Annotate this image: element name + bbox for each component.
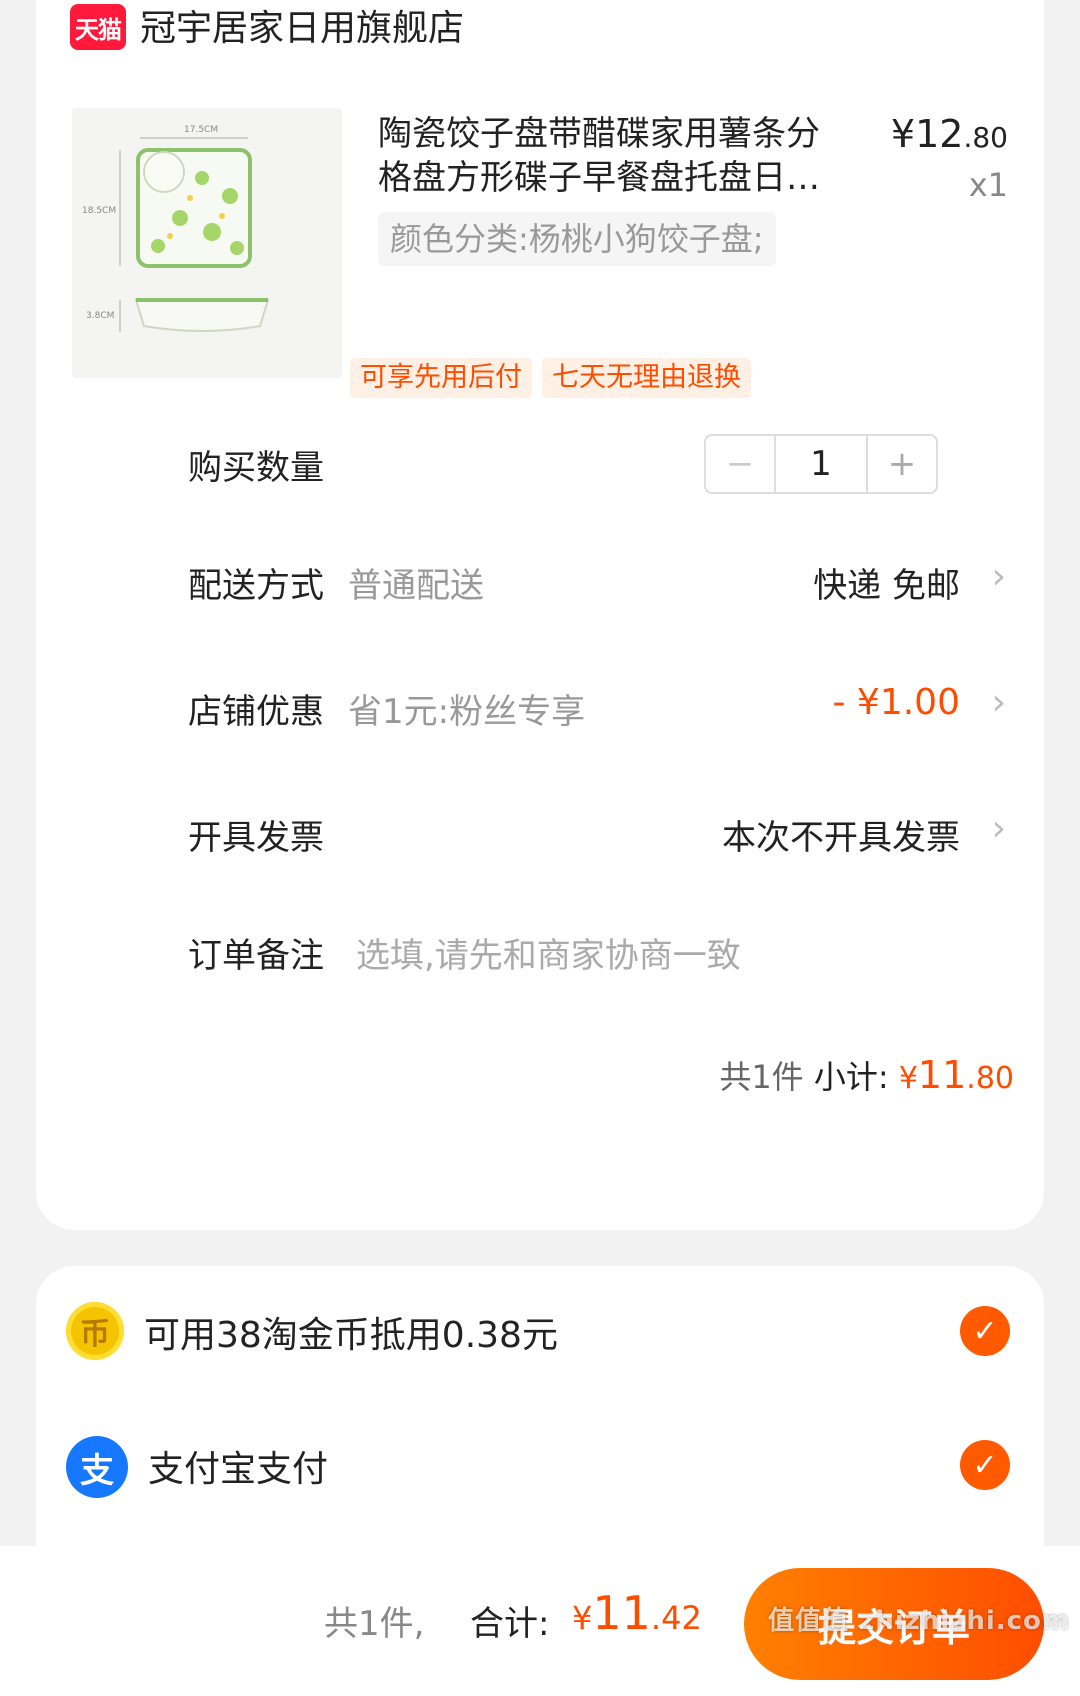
- image-height-label: 18.5CM: [82, 206, 116, 216]
- quantity-label: 购买数量: [188, 448, 324, 488]
- subtotal-price: ¥11.80: [898, 1053, 1014, 1097]
- total-count: 共1件,: [324, 1604, 425, 1644]
- minus-button[interactable]: −: [706, 436, 776, 492]
- chevron-right-icon: ›: [991, 808, 1006, 849]
- product-spec[interactable]: 颜色分类:杨桃小狗饺子盘;: [378, 212, 776, 266]
- tag-seven-day-return: 七天无理由退换: [542, 358, 751, 398]
- order-note-input[interactable]: 选填,请先和商家协商一致: [356, 928, 741, 977]
- alipay-checked-icon[interactable]: ✓: [960, 1440, 1010, 1490]
- chevron-right-icon: ›: [991, 556, 1006, 597]
- tmall-logo: 天猫: [70, 4, 126, 50]
- watermark: 值值值 zhizhizhi.com: [768, 1606, 1070, 1636]
- price-currency: ¥: [890, 112, 916, 156]
- discount-description: 省1元:粉丝专享: [348, 692, 586, 732]
- tag-pay-later: 可享先用后付: [350, 358, 532, 398]
- chevron-right-icon: ›: [991, 682, 1006, 723]
- taobao-coin-icon: 币: [66, 1302, 124, 1360]
- quantity-input[interactable]: 1: [776, 436, 866, 492]
- ceramic-dumpling-plate-image: 17.5CM 18.5CM 3.8CM: [72, 108, 342, 378]
- shop-name[interactable]: 冠宇居家日用旗舰店: [140, 4, 464, 54]
- product-quantity: x1: [968, 166, 1008, 204]
- coin-checked-icon[interactable]: ✓: [960, 1306, 1010, 1356]
- invoice-value: 本次不开具发票: [722, 818, 960, 858]
- subtotal: 共1件 小计: ¥11.80: [719, 1052, 1014, 1098]
- delivery-fee: 快递 免邮: [813, 566, 960, 606]
- discount-label: 店铺优惠: [188, 692, 324, 732]
- image-width-label: 17.5CM: [184, 125, 218, 135]
- shop-order-card: 天猫 冠宇居家日用旗舰店 17.5CM 18.5CM 3.8CM 陶瓷饺子盘带醋: [36, 0, 1044, 1230]
- product-title[interactable]: 陶瓷饺子盘带醋碟家用薯条分格盘方形碟子早餐盘托盘日…: [378, 112, 848, 200]
- image-depth-label: 3.8CM: [86, 311, 114, 321]
- invoice-label: 开具发票: [188, 818, 324, 858]
- product-image[interactable]: 17.5CM 18.5CM 3.8CM: [72, 108, 342, 378]
- discount-amount: - ¥1.00: [832, 682, 961, 723]
- subtotal-count: 共1件: [719, 1058, 804, 1096]
- delivery-label: 配送方式: [188, 566, 324, 606]
- delivery-method: 普通配送: [348, 566, 484, 606]
- quantity-stepper: − 1 +: [704, 434, 938, 494]
- plus-button[interactable]: +: [866, 436, 936, 492]
- total-label: 合计:: [470, 1604, 550, 1644]
- price-decimal: .80: [963, 121, 1008, 154]
- taobao-coin-label: 可用38淘金币抵用0.38元: [144, 1315, 558, 1356]
- alipay-icon: 支: [66, 1436, 128, 1498]
- total-price: ¥11.42: [572, 1586, 702, 1640]
- price-integer: 12: [915, 112, 964, 156]
- product-price: ¥12.80: [891, 112, 1008, 156]
- subtotal-label: 小计:: [813, 1058, 889, 1096]
- alipay-label: 支付宝支付: [148, 1449, 329, 1490]
- order-note-label: 订单备注: [188, 936, 324, 976]
